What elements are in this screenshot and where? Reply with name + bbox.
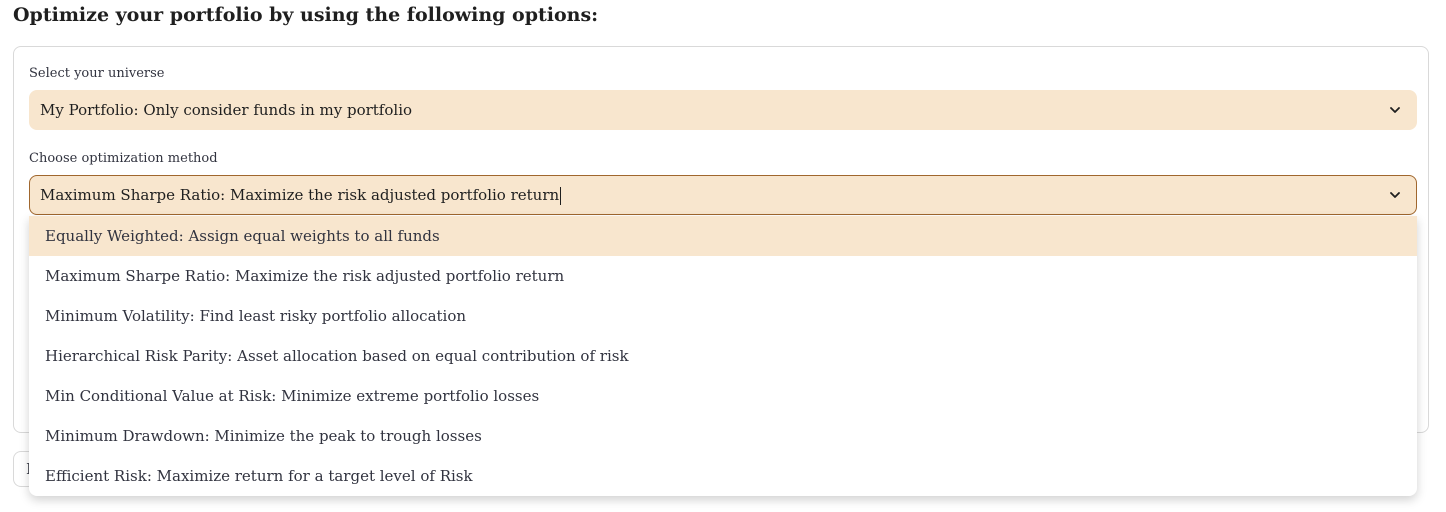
method-option[interactable]: Equally Weighted: Assign equal weights t…: [29, 216, 1417, 256]
method-label: Choose optimization method: [29, 151, 218, 166]
method-select[interactable]: Maximum Sharpe Ratio: Maximize the risk …: [29, 175, 1417, 215]
page-title: Optimize your portfolio by using the fol…: [13, 4, 599, 26]
method-option[interactable]: Efficient Risk: Maximize return for a ta…: [29, 456, 1417, 496]
text-cursor: [560, 186, 562, 205]
universe-label: Select your universe: [29, 66, 165, 81]
method-option[interactable]: Minimum Drawdown: Minimize the peak to t…: [29, 416, 1417, 456]
method-selected-value[interactable]: Maximum Sharpe Ratio: Maximize the risk …: [40, 186, 1416, 205]
page: Optimize your portfolio by using the fol…: [0, 0, 1446, 512]
method-option[interactable]: Minimum Volatility: Find least risky por…: [29, 296, 1417, 336]
method-option[interactable]: Hierarchical Risk Parity: Asset allocati…: [29, 336, 1417, 376]
chevron-down-icon: [1390, 107, 1400, 113]
universe-selected-value: My Portfolio: Only consider funds in my …: [40, 101, 413, 119]
universe-select[interactable]: My Portfolio: Only consider funds in my …: [29, 90, 1417, 130]
method-dropdown-list: Equally Weighted: Assign equal weights t…: [29, 216, 1417, 496]
method-selected-text: Maximum Sharpe Ratio: Maximize the risk …: [40, 185, 560, 204]
method-option[interactable]: Maximum Sharpe Ratio: Maximize the risk …: [29, 256, 1417, 296]
chevron-down-icon: [1390, 192, 1400, 198]
method-option[interactable]: Min Conditional Value at Risk: Minimize …: [29, 376, 1417, 416]
